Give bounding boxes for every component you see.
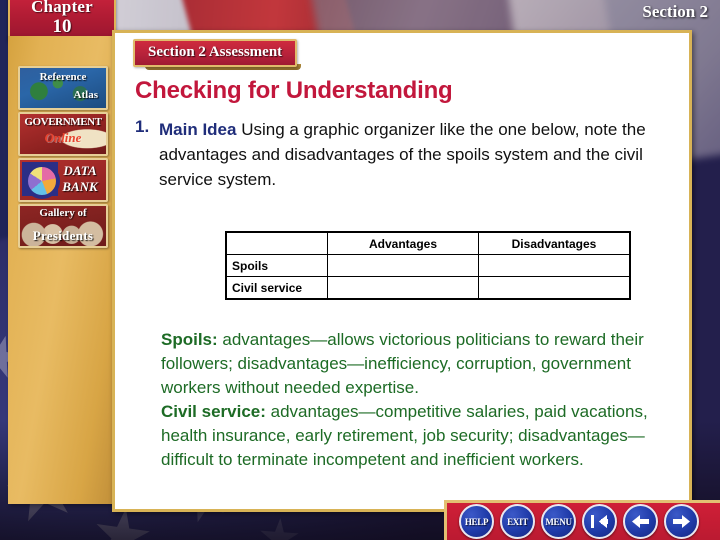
government-online-line2: Online (44, 130, 82, 145)
sidebar-item-reference-atlas[interactable]: Reference Atlas (18, 66, 108, 110)
navigation-bar: HELP EXIT MENU (444, 500, 720, 540)
exit-button[interactable]: EXIT (500, 504, 535, 539)
answer-civil-label: Civil service: (161, 402, 266, 421)
assessment-banner: Section 2 Assessment (133, 39, 298, 67)
first-arrow-icon (591, 515, 608, 528)
table-column-advantages: Advantages (327, 231, 479, 255)
gallery-of-presidents-line1: Gallery of (39, 207, 87, 219)
sidebar: Reference Atlas GOVERNMENT Online DATA B… (8, 36, 113, 504)
section-label: Section 2 (642, 2, 708, 21)
data-bank-line2: BANK (62, 179, 98, 194)
question-number: 1. (135, 117, 150, 136)
pie-chart-icon (26, 165, 58, 197)
gallery-of-presidents-line2: Presidents (32, 228, 94, 243)
graphic-organizer-table: Advantages Disadvantages Spoils Civil se… (225, 231, 631, 300)
data-bank-line1: DATA (63, 163, 97, 178)
reference-atlas-line2: Atlas (73, 89, 98, 101)
table-header-row: Advantages Disadvantages (225, 231, 631, 255)
table-column-disadvantages: Disadvantages (478, 231, 631, 255)
question-label: Main Idea (159, 120, 237, 139)
answer-spoils-label: Spoils: (161, 330, 218, 349)
exit-button-label: EXIT (507, 516, 528, 527)
sidebar-item-data-bank[interactable]: DATA BANK (18, 158, 108, 202)
table-row-header-spoils: Spoils (225, 254, 328, 277)
chapter-word: Chapter (31, 0, 93, 16)
table-row-header-civil-service: Civil service (225, 276, 328, 300)
table-cell[interactable] (478, 254, 631, 277)
first-slide-button[interactable] (582, 504, 617, 539)
previous-slide-button[interactable] (623, 504, 658, 539)
help-button-label: HELP (464, 516, 489, 527)
table-row: Spoils (225, 254, 631, 277)
next-slide-button[interactable] (664, 504, 699, 539)
reference-atlas-line1: Reference (39, 71, 87, 83)
table-cell[interactable] (327, 276, 479, 300)
question-body: Main Idea Using a graphic organizer like… (159, 117, 680, 192)
content-panel: Section 2 Assessment Checking for Unders… (112, 30, 692, 512)
sidebar-item-government-online[interactable]: GOVERNMENT Online (18, 112, 108, 156)
sidebar-item-gallery-of-presidents[interactable]: Gallery of Presidents (18, 204, 108, 248)
table-row: Civil service (225, 276, 631, 300)
help-button[interactable]: HELP (459, 504, 494, 539)
left-arrow-icon (632, 515, 649, 528)
chapter-number: 10 (52, 16, 72, 37)
table-corner-cell (225, 231, 328, 255)
table-cell[interactable] (327, 254, 479, 277)
page-title: Checking for Understanding (135, 77, 453, 104)
government-online-line1: GOVERNMENT (24, 116, 102, 128)
menu-button[interactable]: MENU (541, 504, 576, 539)
menu-button-label: MENU (545, 516, 572, 527)
answer-text: Spoils: advantages—allows victorious pol… (161, 328, 661, 472)
right-arrow-icon (673, 515, 690, 528)
question-item: 1. Main Idea Using a graphic organizer l… (135, 117, 680, 192)
table-cell[interactable] (478, 276, 631, 300)
answer-spoils-text: advantages—allows victorious politicians… (161, 330, 644, 397)
